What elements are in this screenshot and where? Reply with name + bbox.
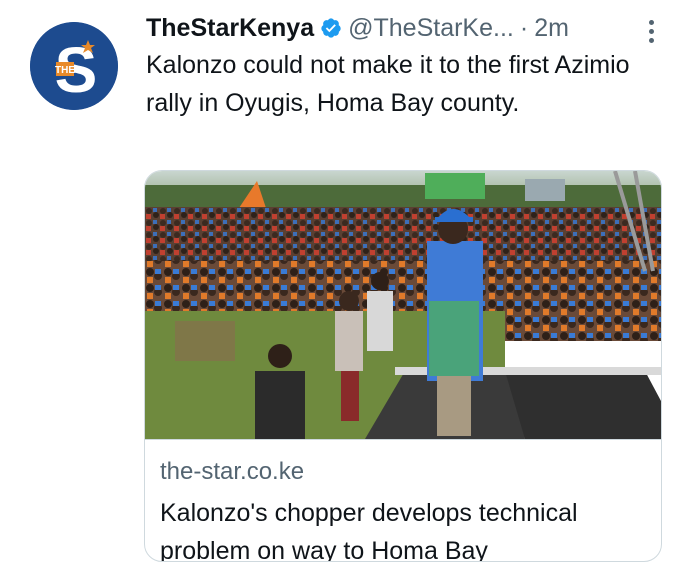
- tweet-header: TheStarKenya @TheStarKe... · 2m: [146, 10, 663, 46]
- card-title[interactable]: Kalonzo's chopper develops technical pro…: [160, 494, 655, 561]
- tweet-text: Kalonzo could not make it to the first A…: [146, 51, 630, 117]
- card-domain: the-star.co.ke: [160, 458, 305, 485]
- display-name[interactable]: TheStarKenya: [146, 14, 314, 43]
- card-footer[interactable]: the-star.co.ke Kalonzo's chopper develop…: [145, 439, 661, 561]
- verified-badge-icon: [321, 18, 341, 38]
- timestamp[interactable]: 2m: [534, 14, 569, 43]
- rally-photo: [145, 171, 661, 439]
- card-image[interactable]: [145, 171, 661, 439]
- the-star-logo-icon: S THE: [30, 22, 118, 110]
- more-options-icon[interactable]: [639, 16, 663, 46]
- handle[interactable]: @TheStarKe...: [348, 14, 514, 43]
- link-card[interactable]: the-star.co.ke Kalonzo's chopper develop…: [144, 170, 662, 562]
- avatar[interactable]: S THE: [30, 22, 118, 110]
- svg-text:THE: THE: [55, 65, 75, 76]
- separator-dot: ·: [519, 13, 529, 42]
